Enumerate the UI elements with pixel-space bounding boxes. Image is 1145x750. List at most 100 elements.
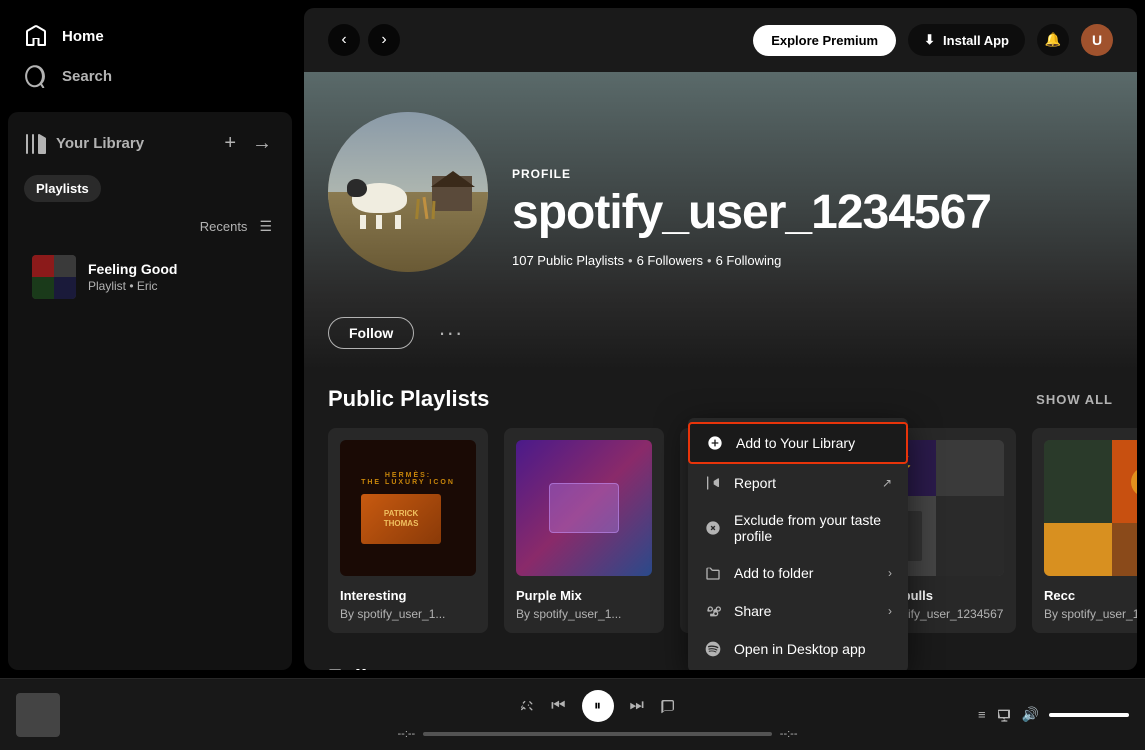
recc-q3: [1044, 523, 1112, 576]
filter-row: Playlists: [8, 167, 292, 210]
recc-q2: [1112, 440, 1137, 523]
lyrics-btn[interactable]: [660, 698, 676, 714]
ctx-add-folder[interactable]: Add to folder ›: [688, 554, 908, 592]
profile-stats: 107 Public Playlists • 6 Followers • 6 F…: [512, 253, 991, 268]
emill-q2: [936, 440, 1004, 496]
playlist-info: Feeling Good Playlist • Eric: [88, 261, 268, 293]
context-menu: Add to Your Library Report ↗: [688, 418, 908, 670]
time-right: --:--: [780, 728, 798, 740]
playlist-card-interesting[interactable]: HERMÈS: THE LUXURY ICON PATRICKTHOMAS In…: [328, 428, 488, 633]
prev-btn[interactable]: ⏮: [551, 697, 565, 715]
player-right: ≡ 🔊: [879, 706, 1129, 723]
app-layout: Home Search Your Library + →: [0, 0, 1145, 678]
back-btn[interactable]: ‹: [328, 24, 360, 56]
bell-icon: 🔔: [1045, 32, 1062, 48]
ctx-add-folder-label: Add to folder: [734, 565, 813, 581]
card-image-recc: [1044, 440, 1137, 576]
profile-hero: Profile spotify_user_1234567 107 Public …: [304, 72, 1137, 296]
progress-bar: --:-- --:--: [398, 728, 798, 740]
sidebar-item-home[interactable]: Home: [12, 16, 288, 56]
volume-btn[interactable]: 🔊: [1022, 706, 1039, 723]
card-subtitle-recc: By spotify_user_1234567: [1044, 607, 1137, 621]
top-bar: ‹ › Explore Premium ⬇ Install App 🔔 U: [304, 8, 1137, 72]
ctx-report-label: Report: [734, 475, 776, 491]
collage-cell-3: [32, 277, 54, 299]
followers-stat: 6 Followers: [637, 253, 703, 268]
notifications-btn[interactable]: 🔔: [1037, 24, 1069, 56]
player-controls: ⏮ ⏸ ⏭: [519, 690, 676, 722]
recents-label[interactable]: Recents: [200, 219, 248, 234]
library-header: Your Library + →: [8, 112, 292, 167]
player-thumb: [16, 693, 60, 737]
section-title: Public Playlists: [328, 386, 489, 412]
nav-arrows: ‹ ›: [328, 24, 400, 56]
following-stat: 6 Following: [716, 253, 782, 268]
card-image-purple: [516, 440, 652, 576]
hermes-book-cover: PATRICKTHOMAS: [361, 494, 441, 544]
search-label: Search: [62, 68, 112, 85]
player-left: [16, 693, 316, 737]
show-all-playlists-btn[interactable]: Show all: [1036, 392, 1113, 407]
ctx-open-desktop-label: Open in Desktop app: [734, 641, 866, 657]
hermes-book-text: PATRICKTHOMAS: [384, 509, 419, 528]
shuffle-btn[interactable]: [519, 698, 535, 714]
share-chevron-icon: ›: [888, 604, 892, 618]
playlist-card-purple[interactable]: Purple Mix By spotify_user_1...: [504, 428, 664, 633]
ctx-add-library[interactable]: Add to Your Library: [688, 422, 908, 464]
playlist-item[interactable]: Feeling Good Playlist • Eric: [16, 247, 284, 307]
library-title-btn[interactable]: Your Library: [24, 132, 212, 156]
avatar[interactable]: U: [1081, 24, 1113, 56]
stat-sep-2: •: [707, 253, 712, 268]
forward-btn[interactable]: ›: [368, 24, 400, 56]
ctx-report[interactable]: Report ↗: [688, 464, 908, 502]
list-view-btn[interactable]: ☰: [255, 214, 276, 239]
card-image-interesting: HERMÈS: THE LUXURY ICON PATRICKTHOMAS: [340, 440, 476, 576]
more-options-btn[interactable]: ···: [430, 316, 471, 350]
animal-head: [347, 179, 367, 197]
ctx-share[interactable]: Share ›: [688, 592, 908, 630]
profile-name: spotify_user_1234567: [512, 189, 991, 237]
folder-icon: [704, 564, 722, 582]
ctx-open-desktop[interactable]: Open in Desktop app: [688, 630, 908, 668]
hermes-sub-text: THE LUXURY ICON: [361, 479, 455, 486]
purple-box: [549, 483, 619, 533]
ctx-exclude-label: Exclude from your taste profile: [734, 512, 892, 544]
next-btn[interactable]: ⏭: [630, 697, 644, 715]
library-icon: [24, 132, 48, 156]
follow-btn[interactable]: Follow: [328, 317, 414, 349]
library-actions: + →: [220, 128, 276, 159]
playlist-card-recc[interactable]: Recc By spotify_user_1234567: [1032, 428, 1137, 633]
card-title-purple: Purple Mix: [516, 588, 652, 603]
progress-track[interactable]: [423, 732, 772, 736]
home-icon: [24, 24, 48, 48]
emill-q4: [936, 496, 1004, 577]
public-playlists-section: Public Playlists Show all HERMÈS: THE LU…: [304, 370, 1137, 649]
action-row: Follow ···: [304, 296, 1137, 370]
queue-btn[interactable]: ≡: [978, 707, 986, 722]
card-subtitle-interesting: By spotify_user_1...: [340, 607, 476, 621]
add-library-btn[interactable]: +: [220, 128, 240, 159]
explore-premium-btn[interactable]: Explore Premium: [753, 25, 896, 56]
play-pause-btn[interactable]: ⏸: [582, 690, 614, 722]
player-center: ⏮ ⏸ ⏭ --:-- --:--: [316, 690, 879, 740]
library-title: Your Library: [56, 135, 144, 152]
profile-hero-inner: Profile spotify_user_1234567 107 Public …: [304, 72, 1137, 296]
playlist-name: Feeling Good: [88, 261, 268, 277]
install-app-label: Install App: [943, 33, 1009, 48]
sidebar-item-search[interactable]: Search: [12, 56, 288, 96]
library-section: Your Library + → Playlists Recents ☰: [8, 112, 292, 670]
install-app-btn[interactable]: ⬇ Install App: [908, 24, 1025, 56]
plus-circle-icon: [706, 434, 724, 452]
cards-row: HERMÈS: THE LUXURY ICON PATRICKTHOMAS In…: [328, 428, 1113, 633]
volume-bar[interactable]: [1049, 713, 1129, 717]
spotify-icon: [704, 640, 722, 658]
playlist-thumbnail: [32, 255, 76, 299]
sidebar: Home Search Your Library + →: [0, 0, 300, 678]
playlists-filter-btn[interactable]: Playlists: [24, 175, 101, 202]
hermes-content: HERMÈS: THE LUXURY ICON PATRICKTHOMAS: [361, 472, 455, 544]
devices-btn[interactable]: [996, 707, 1012, 723]
expand-library-btn[interactable]: →: [248, 128, 276, 159]
sidebar-nav: Home Search: [0, 0, 300, 104]
home-label: Home: [62, 28, 104, 45]
ctx-exclude-taste[interactable]: Exclude from your taste profile: [688, 502, 908, 554]
